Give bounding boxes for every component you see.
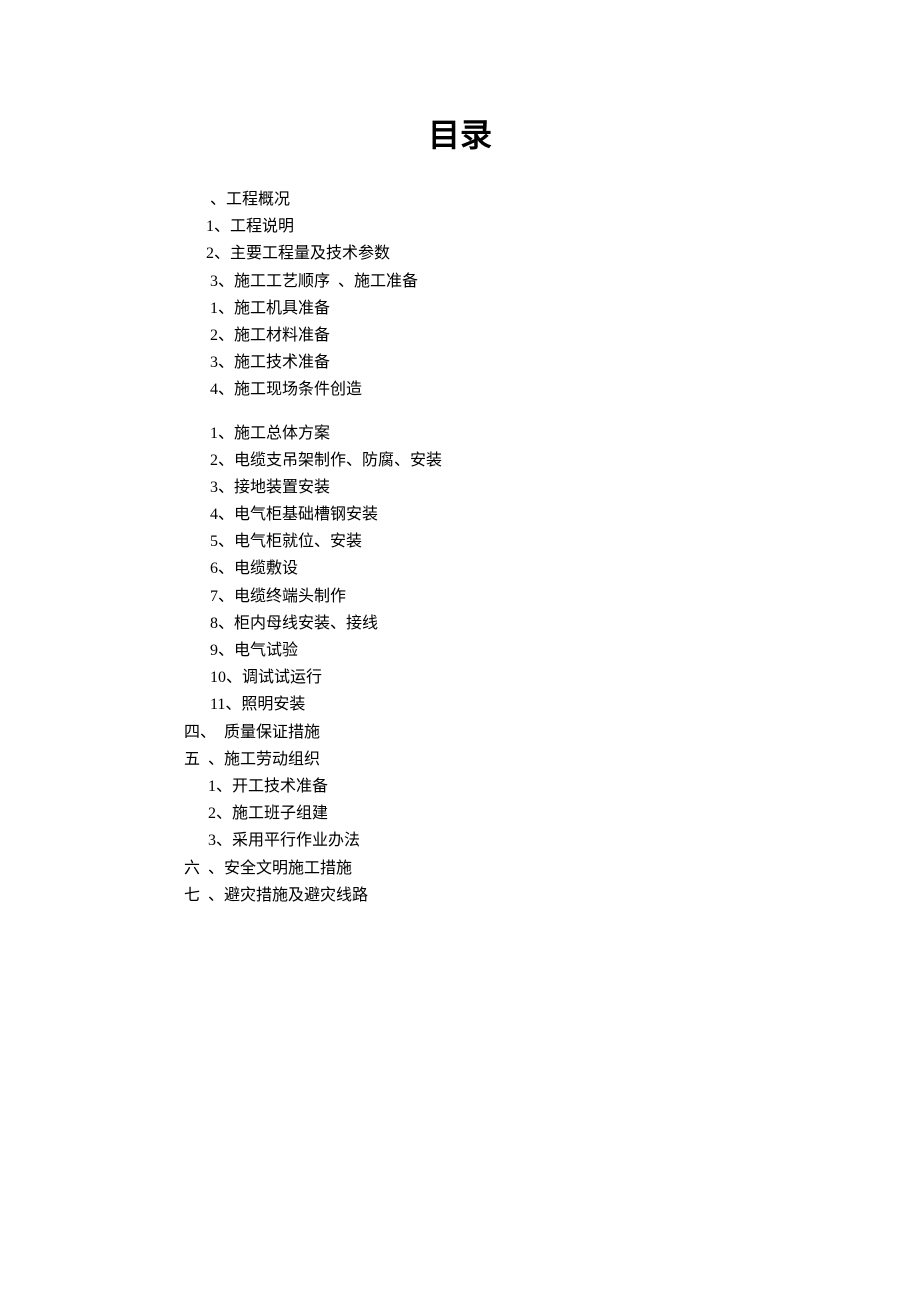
toc-item: 1、工程说明 (184, 213, 920, 240)
toc-item: 8、柜内母线安装、接线 (184, 610, 920, 637)
toc-item: 10、调试试运行 (184, 664, 920, 691)
toc-item: 2、电缆支吊架制作、防腐、安装 (184, 447, 920, 474)
toc-item: 2、施工材料准备 (184, 322, 920, 349)
toc-item: 3、接地装置安装 (184, 474, 920, 501)
toc-item: 11、照明安装 (184, 691, 920, 718)
spacer (184, 404, 920, 420)
toc-item: 5、电气柜就位、安装 (184, 528, 920, 555)
toc-item: 7、电缆终端头制作 (184, 583, 920, 610)
toc-item: 六 、安全文明施工措施 (184, 855, 920, 882)
toc-item: 四、 质量保证措施 (184, 719, 920, 746)
document-title: 目录 (0, 110, 920, 156)
toc-item: 、工程概况 (184, 186, 920, 213)
toc-item: 2、主要工程量及技术参数 (184, 240, 920, 267)
toc-item: 1、施工机具准备 (184, 295, 920, 322)
toc-item: 3、施工工艺顺序 、施工准备 (184, 268, 920, 295)
toc-item: 3、施工技术准备 (184, 349, 920, 376)
toc-item: 9、电气试验 (184, 637, 920, 664)
toc-item: 1、施工总体方案 (184, 420, 920, 447)
toc-item: 4、电气柜基础槽钢安装 (184, 501, 920, 528)
toc-item: 4、施工现场条件创造 (184, 376, 920, 403)
toc-item: 6、电缆敷设 (184, 555, 920, 582)
toc-item: 五 、施工劳动组织 (184, 746, 920, 773)
toc-item: 3、采用平行作业办法 (184, 827, 920, 854)
toc-item: 1、开工技术准备 (184, 773, 920, 800)
toc-item: 2、施工班子组建 (184, 800, 920, 827)
toc-item: 七 、避灾措施及避灾线路 (184, 882, 920, 909)
table-of-contents: 、工程概况1、工程说明2、主要工程量及技术参数 3、施工工艺顺序 、施工准备 1… (0, 186, 920, 909)
